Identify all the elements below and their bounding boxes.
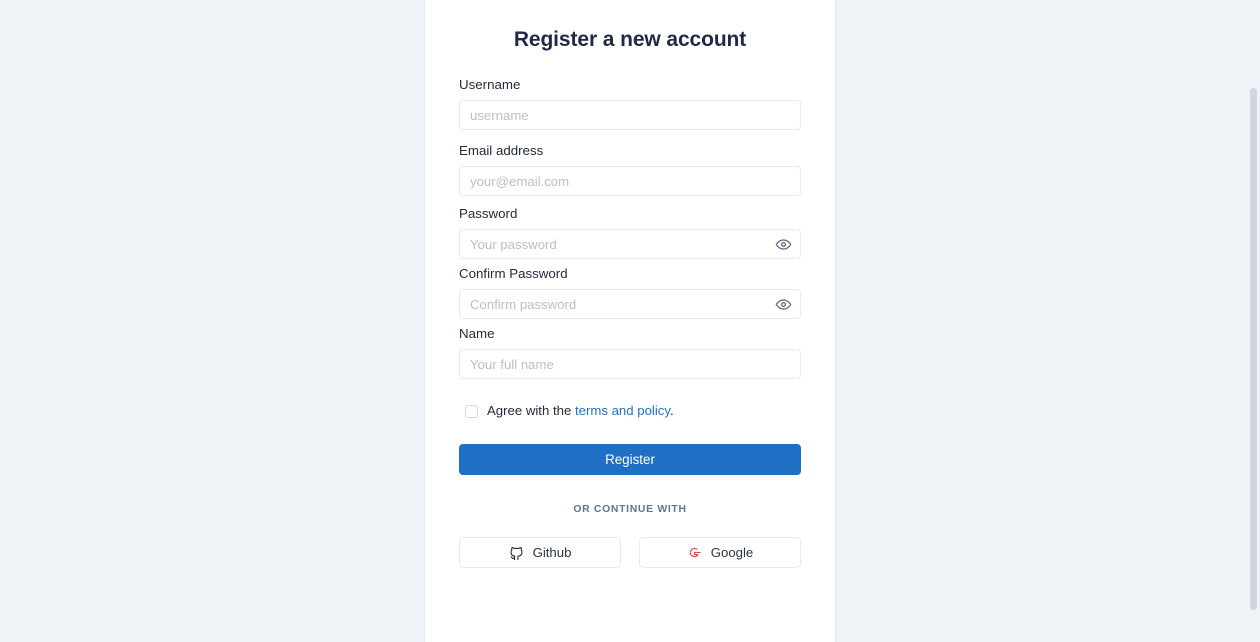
field-password: Password xyxy=(459,205,801,259)
register-button[interactable]: Register xyxy=(459,444,801,475)
eye-icon xyxy=(775,236,792,253)
terms-suffix: . xyxy=(670,403,674,418)
scrollbar-thumb[interactable] xyxy=(1250,88,1257,610)
input-wrap-confirm-password xyxy=(459,289,801,319)
register-form: Username Email address Password xyxy=(459,76,801,568)
label-name: Name xyxy=(459,326,495,341)
username-input[interactable] xyxy=(459,100,801,130)
eye-icon xyxy=(775,296,792,313)
name-input[interactable] xyxy=(459,349,801,379)
input-wrap-password xyxy=(459,229,801,259)
register-card: Register a new account Username Email ad… xyxy=(424,0,836,642)
input-wrap-name xyxy=(459,349,801,379)
field-email: Email address xyxy=(459,142,801,196)
terms-text: Agree with the terms and policy. xyxy=(487,402,674,420)
password-visibility-toggle[interactable] xyxy=(773,234,793,254)
label-password: Password xyxy=(459,206,518,221)
field-username: Username xyxy=(459,76,801,130)
social-login-row: Github Google xyxy=(459,537,801,568)
input-wrap-username xyxy=(459,100,801,130)
page-root: Register a new account Username Email ad… xyxy=(0,0,1260,642)
input-wrap-email xyxy=(459,166,801,196)
field-name: Name xyxy=(459,325,801,379)
label-username: Username xyxy=(459,77,521,92)
terms-row: Agree with the terms and policy. xyxy=(459,402,801,420)
confirm-password-visibility-toggle[interactable] xyxy=(773,294,793,314)
password-input[interactable] xyxy=(459,229,801,259)
label-email: Email address xyxy=(459,143,544,158)
vertical-scrollbar[interactable] xyxy=(1246,0,1260,642)
label-confirm-password: Confirm Password xyxy=(459,266,568,281)
google-login-button[interactable]: Google xyxy=(639,537,801,568)
page-title: Register a new account xyxy=(513,28,747,51)
confirm-password-input[interactable] xyxy=(459,289,801,319)
github-icon xyxy=(509,545,524,560)
google-icon xyxy=(687,545,702,560)
agree-terms-checkbox[interactable] xyxy=(465,404,478,418)
or-continue-with-divider: OR CONTINUE WITH xyxy=(573,504,687,515)
google-login-label: Google xyxy=(710,545,754,560)
github-login-label: Github xyxy=(532,545,572,560)
terms-prefix: Agree with the xyxy=(487,403,575,418)
terms-and-policy-link[interactable]: terms and policy xyxy=(575,403,670,418)
github-login-button[interactable]: Github xyxy=(459,537,621,568)
email-input[interactable] xyxy=(459,166,801,196)
field-confirm-password: Confirm Password xyxy=(459,265,801,319)
